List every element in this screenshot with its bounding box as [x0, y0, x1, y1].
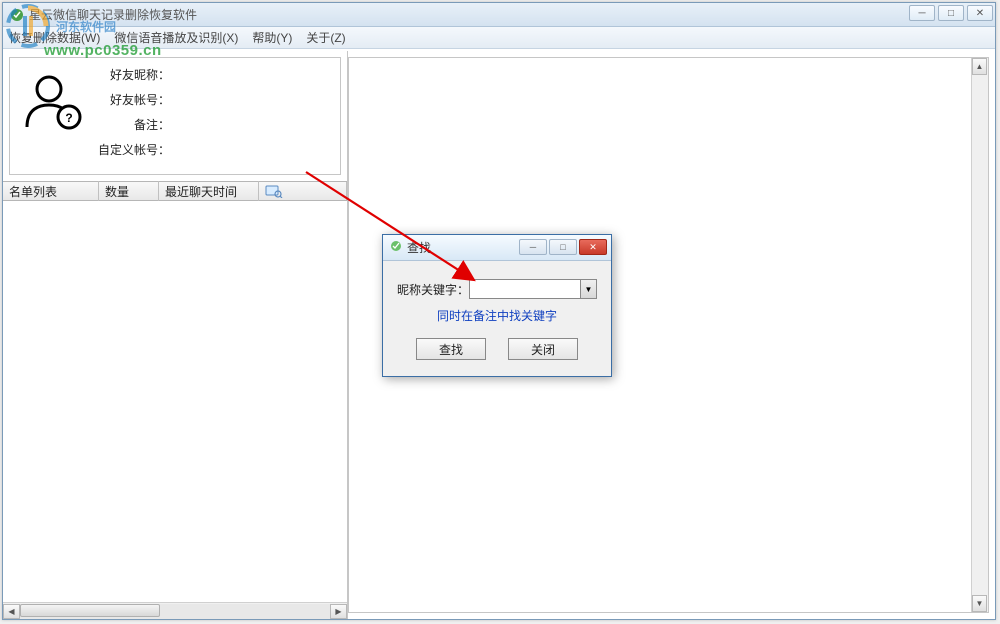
left-pane: ? 好友昵称： 好友帐号： 备注： 自定义帐号： 名单列表 数量 最近聊天时间 — [3, 51, 348, 619]
find-button[interactable]: 查找 — [416, 338, 486, 360]
close-dialog-button[interactable]: 关闭 — [508, 338, 578, 360]
svg-text:?: ? — [65, 111, 72, 125]
horizontal-scrollbar[interactable]: ◀ ▶ — [3, 602, 347, 619]
column-search — [259, 182, 347, 200]
scroll-thumb[interactable] — [20, 604, 160, 617]
dialog-window-controls: ─ □ ✕ — [519, 239, 607, 255]
column-name[interactable]: 名单列表 — [3, 181, 99, 202]
menu-help[interactable]: 帮助(Y) — [252, 29, 292, 46]
dialog-body: 昵称关键字： ▼ 同时在备注中找关键字 查找 关闭 — [383, 261, 611, 376]
keyword-combobox[interactable]: ▼ — [469, 279, 597, 299]
scroll-down-button[interactable]: ▼ — [972, 595, 987, 612]
friend-info-panel: ? 好友昵称： 好友帐号： 备注： 自定义帐号： — [9, 57, 341, 175]
scroll-up-button[interactable]: ▲ — [972, 58, 987, 75]
app-icon — [9, 7, 25, 23]
friend-list-header: 名单列表 数量 最近聊天时间 — [3, 181, 347, 201]
chevron-down-icon[interactable]: ▼ — [580, 280, 596, 298]
dialog-maximize-button[interactable]: □ — [549, 239, 577, 255]
search-icon[interactable] — [265, 184, 283, 198]
avatar-placeholder-icon: ? — [18, 66, 88, 136]
scroll-track[interactable] — [20, 604, 330, 619]
column-quantity[interactable]: 数量 — [99, 181, 159, 202]
friend-info-fields: 好友昵称： 好友帐号： 备注： 自定义帐号： — [98, 66, 332, 166]
scroll-right-button[interactable]: ▶ — [330, 604, 347, 619]
titlebar: 星云微信聊天记录删除恢复软件 ─ □ ✕ — [3, 3, 995, 27]
vertical-scrollbar[interactable]: ▲ ▼ — [971, 58, 988, 612]
friend-list-body[interactable] — [3, 201, 347, 602]
keyword-label: 昵称关键字： — [397, 281, 469, 298]
search-remark-link[interactable]: 同时在备注中找关键字 — [397, 307, 597, 324]
close-button[interactable]: ✕ — [967, 5, 993, 21]
dialog-minimize-button[interactable]: ─ — [519, 239, 547, 255]
titlebar-text: 星云微信聊天记录删除恢复软件 — [29, 6, 197, 23]
menu-voice[interactable]: 微信语音播放及识别(X) — [114, 29, 238, 46]
menubar: 恢复删除数据(W) 微信语音播放及识别(X) 帮助(Y) 关于(Z) — [3, 27, 995, 49]
account-label: 好友帐号： — [98, 91, 170, 108]
scroll-left-button[interactable]: ◀ — [3, 604, 20, 619]
dialog-close-button[interactable]: ✕ — [579, 239, 607, 255]
dialog-icon — [389, 239, 403, 256]
custom-account-label: 自定义帐号： — [98, 141, 170, 158]
menu-recover[interactable]: 恢复删除数据(W) — [9, 29, 100, 46]
search-dialog: 查找 ─ □ ✕ 昵称关键字： ▼ 同时在备注中找关键字 查找 关闭 — [382, 234, 612, 377]
minimize-button[interactable]: ─ — [909, 5, 935, 21]
nick-label: 好友昵称： — [98, 66, 170, 83]
remark-label: 备注： — [98, 116, 170, 133]
menu-about[interactable]: 关于(Z) — [306, 29, 345, 46]
maximize-button[interactable]: □ — [938, 5, 964, 21]
dialog-title: 查找 — [407, 239, 431, 256]
column-last-chat-time[interactable]: 最近聊天时间 — [159, 181, 259, 202]
dialog-titlebar: 查找 ─ □ ✕ — [383, 235, 611, 261]
window-controls: ─ □ ✕ — [909, 5, 993, 21]
